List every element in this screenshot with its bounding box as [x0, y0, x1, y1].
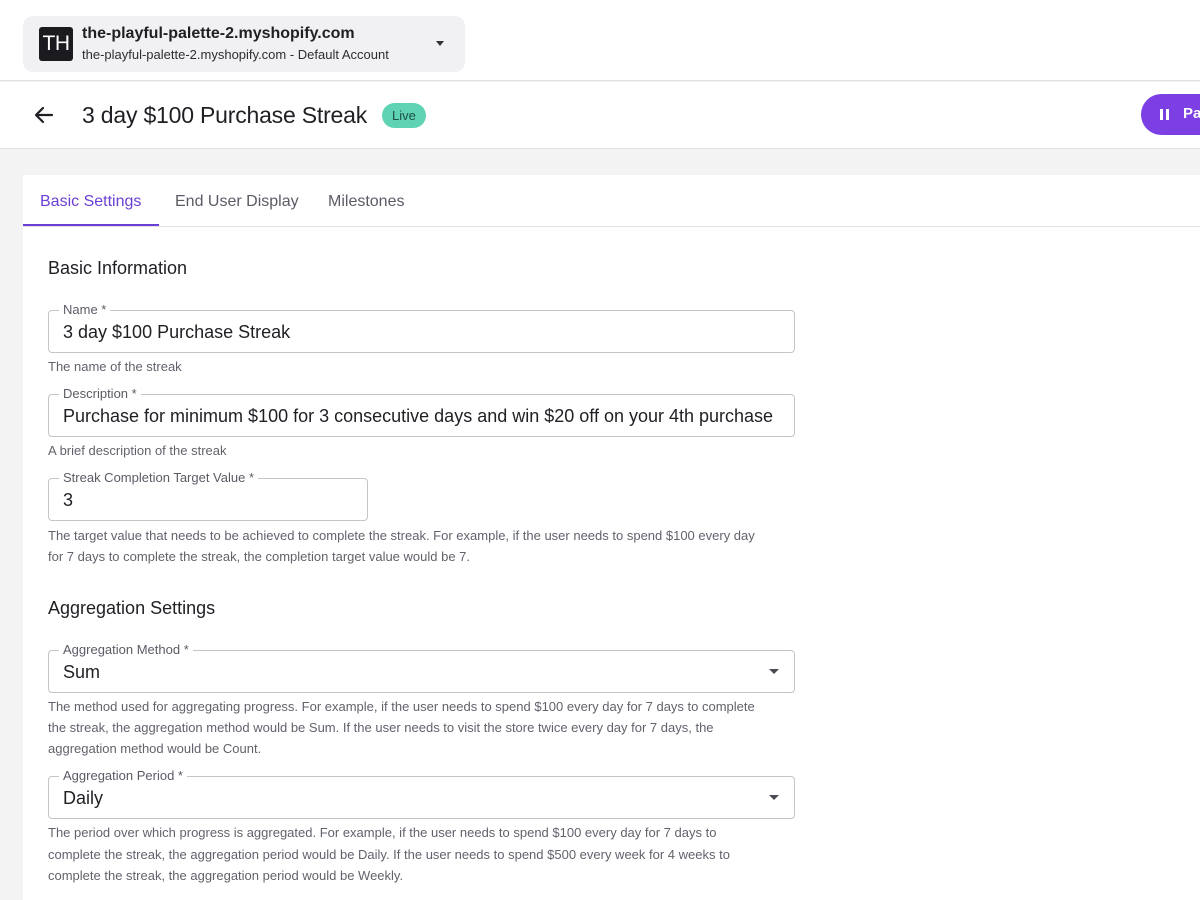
- aggregation-period-label: Aggregation Period *: [59, 768, 187, 784]
- section-title-basic-information: Basic Information: [48, 258, 188, 278]
- aggregation-method-help-line-2: the streak, the aggregation method would…: [48, 720, 714, 735]
- aggregation-period-help-line-1: The period over which progress is aggreg…: [48, 825, 717, 840]
- tab-milestones[interactable]: Milestones: [328, 193, 404, 211]
- page-title: 3 day $100 Purchase Streak: [82, 102, 368, 128]
- description-field-label: Description *: [59, 386, 141, 402]
- name-help-text: The name of the streak: [48, 359, 182, 374]
- tab-end-user-display[interactable]: End User Display: [175, 193, 299, 211]
- tab-bar: Basic Settings End User Display Mileston…: [23, 175, 1200, 227]
- description-field-value[interactable]: Purchase for minimum $100 for 3 consecut…: [63, 406, 773, 427]
- target-value-field-value[interactable]: 3: [63, 490, 73, 511]
- aggregation-method-select[interactable]: Aggregation Method * Sum: [48, 642, 795, 693]
- name-field-label: Name *: [59, 302, 111, 318]
- chevron-down-icon[interactable]: [769, 669, 779, 674]
- aggregation-method-help-line-3: aggregation method would be Count.: [48, 741, 262, 756]
- target-value-field[interactable]: Streak Completion Target Value * 3: [48, 470, 368, 521]
- target-value-help-line-2: for 7 days to complete the streak, the c…: [48, 549, 471, 564]
- top-bar: TH the-playful-palette-2.myshopify.com t…: [0, 0, 1200, 81]
- aggregation-method-help-line-1: The method used for aggregating progress…: [48, 699, 755, 714]
- section-title-aggregation-settings: Aggregation Settings: [48, 598, 216, 618]
- shop-domain: the-playful-palette-2.myshopify.com: [82, 25, 355, 42]
- shop-avatar: TH: [39, 27, 73, 61]
- pause-button[interactable]: Pa: [1141, 94, 1200, 135]
- chevron-down-icon[interactable]: [436, 41, 444, 46]
- page-header: 3 day $100 Purchase Streak Live Pa: [0, 82, 1200, 149]
- description-help-text: A brief description of the streak: [48, 443, 227, 458]
- aggregation-period-help-line-2: complete the streak, the aggregation per…: [48, 847, 730, 862]
- aggregation-method-value: Sum: [63, 662, 101, 682]
- description-field[interactable]: Description * Purchase for minimum $100 …: [48, 386, 795, 437]
- aggregation-period-help-line-3: complete the streak, the aggregation per…: [48, 868, 404, 883]
- status-badge: Live: [382, 103, 426, 128]
- aggregation-period-select[interactable]: Aggregation Period * Daily: [48, 768, 795, 819]
- pause-icon: [1160, 109, 1170, 120]
- aggregation-period-value: Daily: [63, 788, 104, 808]
- aggregation-method-label: Aggregation Method *: [59, 642, 193, 658]
- target-value-help-line-1: The target value that needs to be achiev…: [48, 528, 755, 543]
- name-field-value[interactable]: 3 day $100 Purchase Streak: [63, 322, 290, 343]
- chevron-down-icon[interactable]: [769, 795, 779, 800]
- active-tab-indicator: [23, 224, 159, 226]
- account-label: the-playful-palette-2.myshopify.com - De…: [82, 47, 389, 62]
- pause-button-label: Pa: [1183, 105, 1200, 122]
- name-field[interactable]: Name * 3 day $100 Purchase Streak: [48, 302, 795, 353]
- tab-basic-settings[interactable]: Basic Settings: [40, 193, 141, 211]
- arrow-left-icon: [34, 106, 54, 124]
- account-selector[interactable]: TH the-playful-palette-2.myshopify.com t…: [23, 16, 465, 72]
- back-button[interactable]: [28, 99, 60, 131]
- target-value-field-label: Streak Completion Target Value *: [59, 470, 259, 486]
- settings-card: Basic Settings End User Display Mileston…: [23, 175, 1200, 900]
